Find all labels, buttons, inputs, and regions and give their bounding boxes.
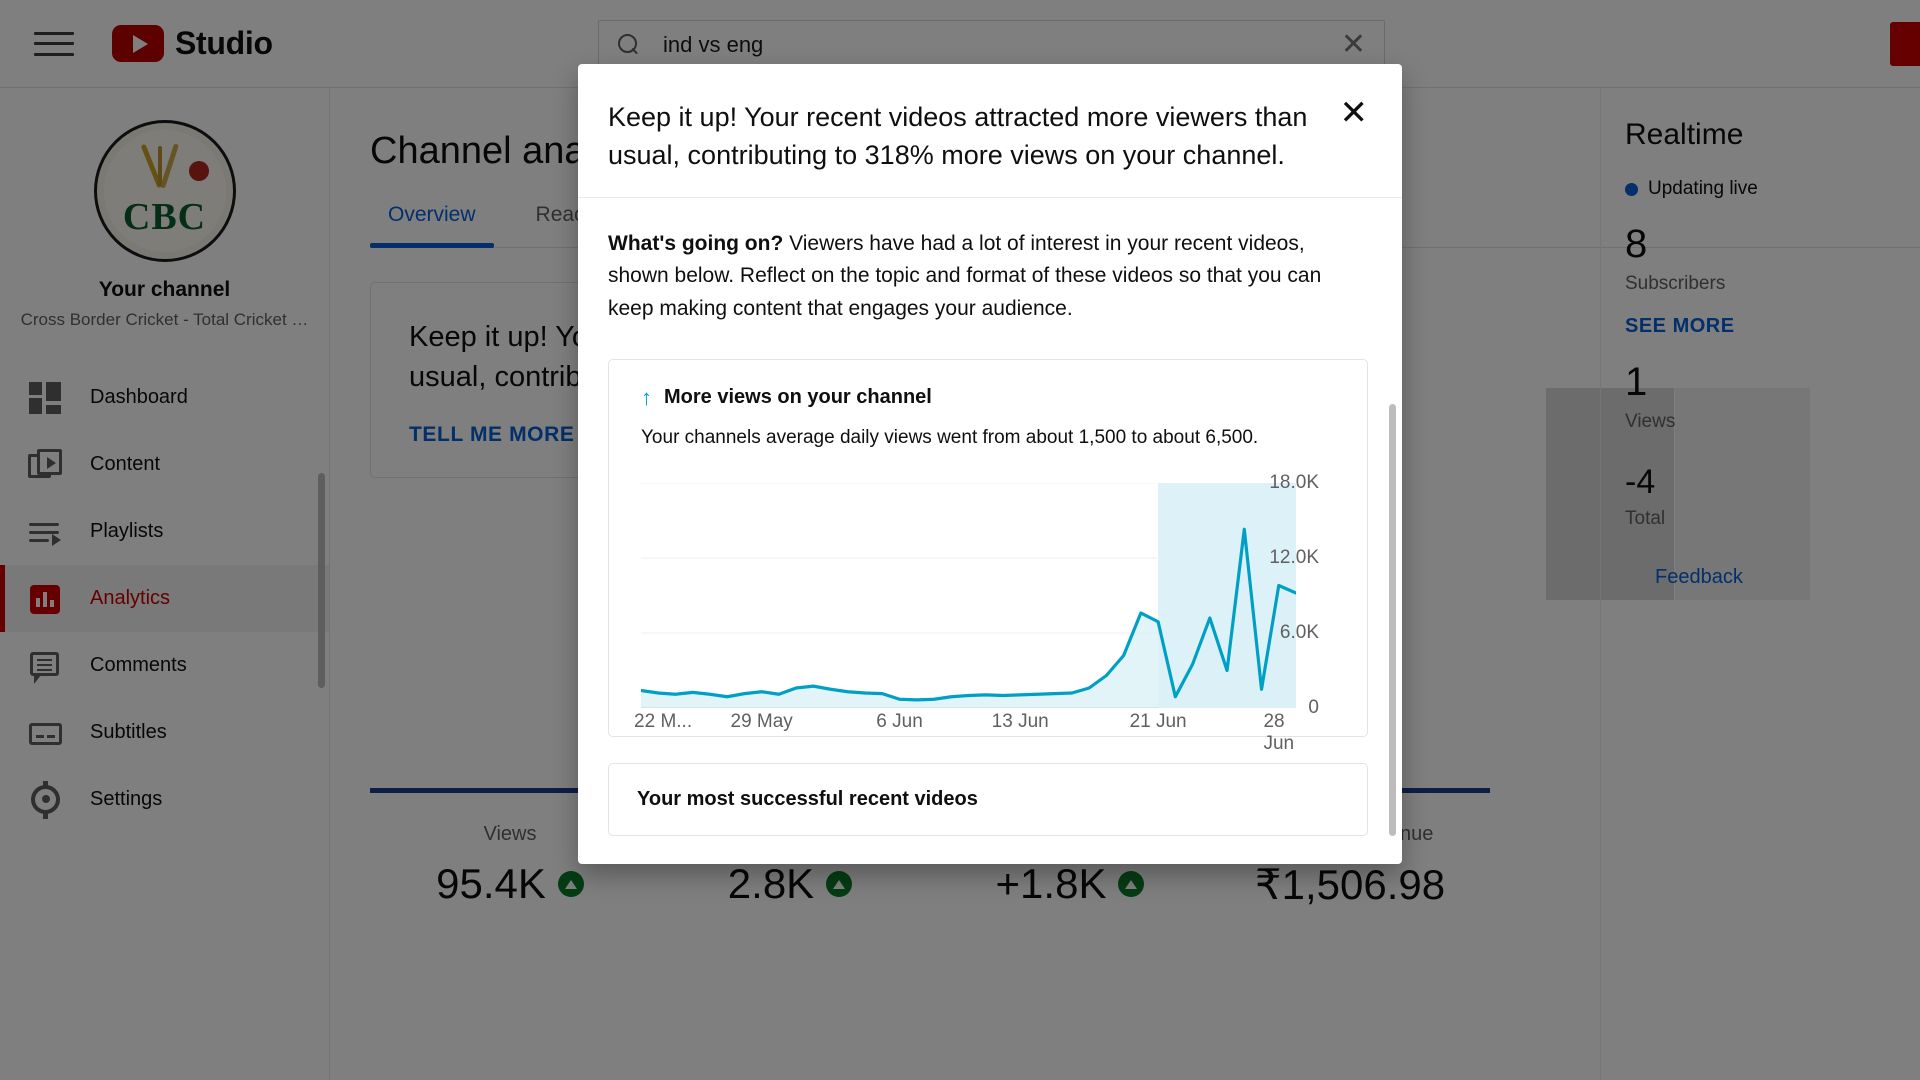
chart-card-subtitle: Your channels average daily views went f… (641, 427, 1259, 449)
dialog-title: Keep it up! Your recent videos attracted… (608, 102, 1308, 171)
chart-card-title: More views on your channel (664, 386, 932, 409)
chart-x-tick: 21 Jun (1129, 711, 1187, 733)
views-line-chart (641, 483, 1296, 709)
chart-x-tick: 22 M... (634, 711, 693, 733)
chart-x-axis: 22 M... 29 May 6 Jun 13 Jun 21 Jun 28 Jun (634, 711, 1296, 754)
chart-y-tick: 6.0K (1279, 622, 1319, 644)
dialog-body-text: What's going on? Viewers have had a lot … (608, 228, 1368, 326)
close-icon[interactable]: ✕ (1340, 96, 1369, 130)
chart-y-tick: 18.0K (1269, 472, 1319, 494)
chart-y-axis: 0 6.0K 12.0K 18.0K (1261, 472, 1339, 718)
chart-x-tick: 29 May (730, 711, 793, 733)
up-arrow-icon: ↑ (641, 384, 652, 410)
chart-x-tick: 13 Jun (991, 711, 1049, 733)
chart-area: 0 6.0K 12.0K 18.0K 22 M... 29 May 6 Jun 13 Jun… (634, 472, 1339, 754)
insight-dialog: Keep it up! Your recent videos attracted… (578, 64, 1402, 864)
chart-y-tick: 0 (1308, 697, 1319, 719)
body-lead: What's going on? (608, 231, 784, 255)
chart-x-tick: 28 Jun (1263, 711, 1295, 755)
dialog-body: What's going on? Viewers have had a lot … (578, 198, 1402, 864)
successful-videos-title: Your most successful recent videos (637, 788, 978, 811)
dialog-header: Keep it up! Your recent videos attracted… (578, 64, 1402, 198)
chart-x-tick: 6 Jun (876, 711, 923, 733)
chart-y-tick: 12.0K (1269, 547, 1319, 569)
chart-card-header: ↑ More views on your channel (641, 386, 1339, 409)
chart-card: ↑ More views on your channel Your channe… (608, 359, 1368, 754)
dialog-scrollbar[interactable] (1389, 403, 1396, 836)
successful-videos-card: Your most successful recent videos (608, 763, 1368, 837)
